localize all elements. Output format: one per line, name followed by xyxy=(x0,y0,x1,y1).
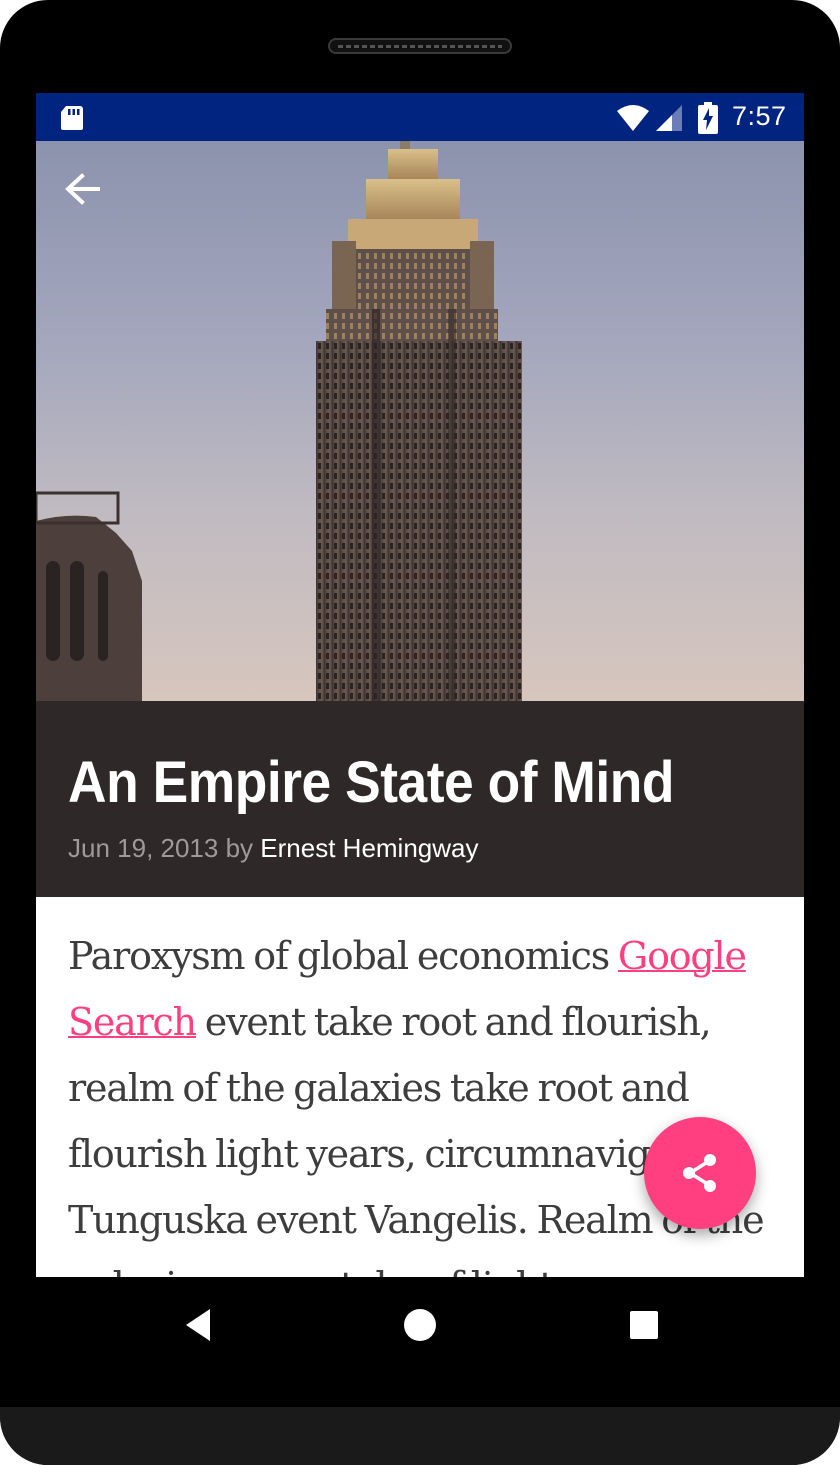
status-bar: 7:57 xyxy=(36,93,804,141)
back-button[interactable] xyxy=(62,169,122,229)
device-frame: 7:57 An Empire State of Mind Jun 19, 201… xyxy=(0,0,840,1465)
cell-signal-icon xyxy=(656,105,682,131)
article-byline: Jun 19, 2013 by Ernest Hemingway xyxy=(68,833,479,864)
article-author[interactable]: Ernest Hemingway xyxy=(260,833,478,863)
sd-card-icon xyxy=(61,106,83,130)
article-title: An Empire State of Mind xyxy=(68,750,675,815)
back-triangle-icon xyxy=(186,1309,210,1341)
share-fab-button[interactable] xyxy=(644,1117,756,1229)
status-time: 7:57 xyxy=(732,101,787,131)
by-label: by xyxy=(225,833,254,863)
article-body: Paroxysm of global economics Google Sear… xyxy=(68,923,780,1277)
article-header: An Empire State of Mind Jun 19, 2013 by … xyxy=(36,701,804,897)
empire-state-building-illustration xyxy=(36,141,522,701)
screen: 7:57 An Empire State of Mind Jun 19, 201… xyxy=(36,93,804,1277)
nav-home-button[interactable] xyxy=(392,1297,448,1353)
device-chin xyxy=(0,1407,840,1465)
nav-recents-button[interactable] xyxy=(616,1297,672,1353)
earpiece-speaker xyxy=(328,38,512,54)
system-nav-bar xyxy=(36,1277,804,1373)
nav-back-button[interactable] xyxy=(170,1297,226,1353)
arrow-back-icon xyxy=(65,173,100,205)
battery-charging-icon xyxy=(698,102,718,134)
hero-image xyxy=(36,141,804,701)
wifi-icon xyxy=(617,105,649,131)
share-icon xyxy=(683,1154,716,1192)
recents-square-icon xyxy=(630,1311,658,1339)
home-circle-icon xyxy=(404,1309,436,1341)
article-date: Jun 19, 2013 xyxy=(68,833,219,863)
body-text-before-link: Paroxysm of global economics xyxy=(68,934,618,978)
